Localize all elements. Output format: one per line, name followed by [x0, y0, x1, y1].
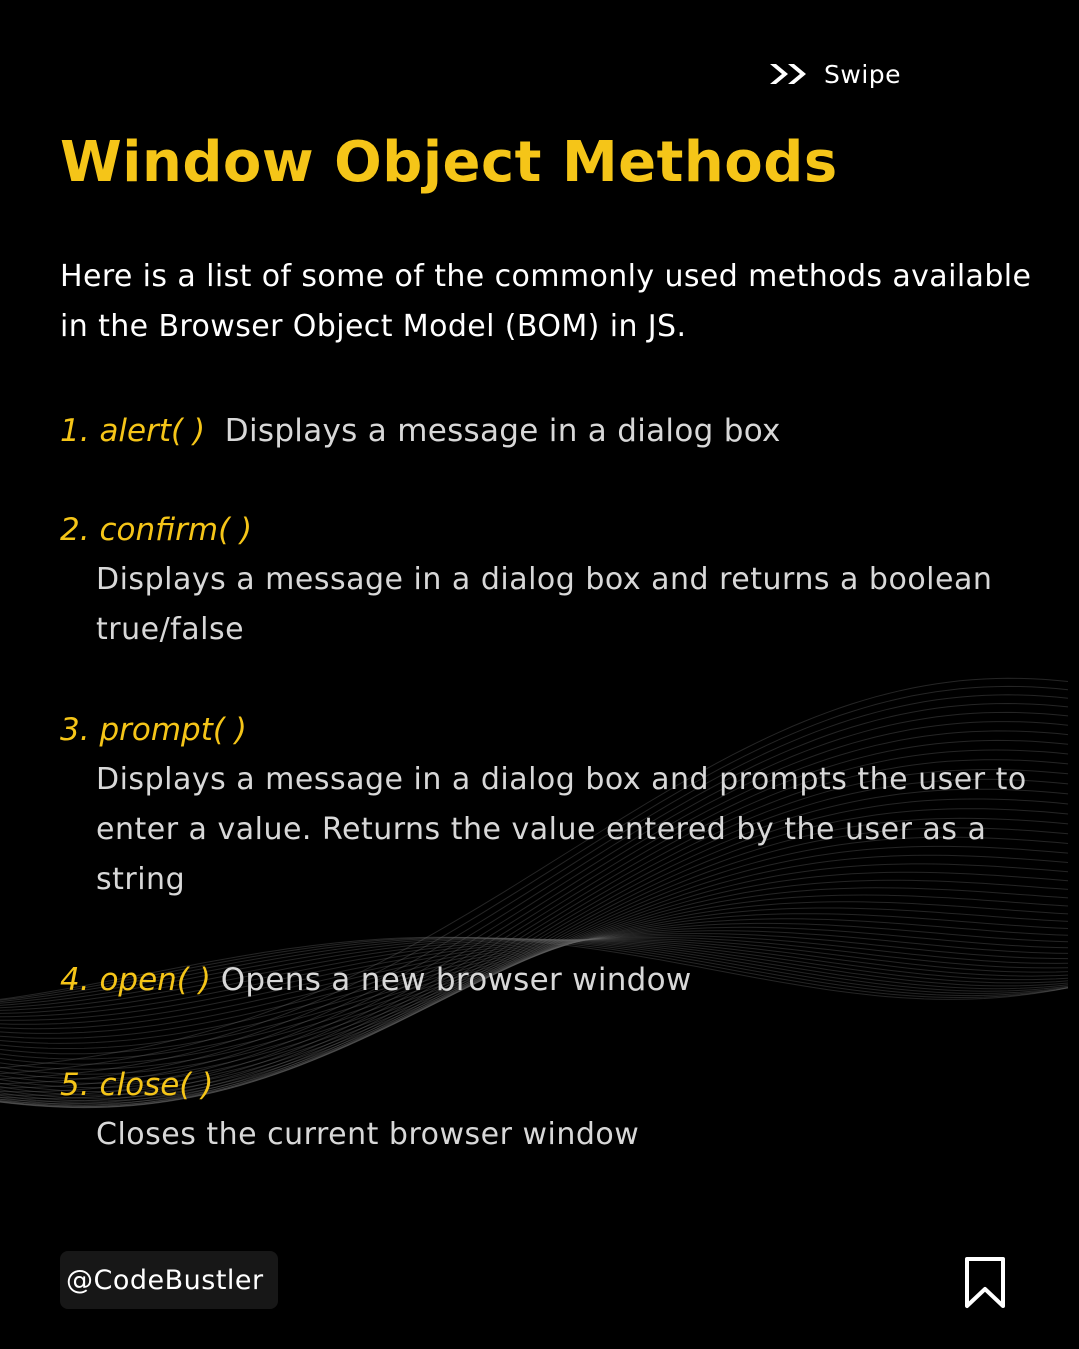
method-number: 4.: [60, 962, 90, 998]
method-item-prompt: 3. prompt( ) Displays a message in a dia…: [60, 705, 1040, 905]
double-chevron-right-icon: [770, 64, 806, 84]
method-name: confirm( ): [99, 512, 253, 548]
method-number: 2.: [60, 512, 90, 548]
method-number: 3.: [60, 712, 90, 748]
method-name: prompt( ): [99, 712, 247, 748]
author-handle[interactable]: @CodeBustler: [60, 1251, 278, 1309]
bookmark-icon[interactable]: [962, 1256, 1008, 1310]
method-description: Displays a message in a dialog box and p…: [96, 762, 1027, 897]
method-item-confirm: 2. confirm( ) Displays a message in a di…: [60, 505, 1040, 655]
method-description: Displays a message in a dialog box: [224, 413, 781, 449]
method-item-close: 5. close( ) Closes the current browser w…: [60, 1060, 1040, 1160]
method-number: 5.: [60, 1067, 90, 1103]
method-item-alert: 1. alert( ) Displays a message in a dial…: [60, 406, 1040, 456]
swipe-indicator[interactable]: Swipe: [768, 56, 901, 92]
method-description: Opens a new browser window: [220, 962, 692, 998]
method-number: 1.: [60, 413, 90, 449]
method-description: Closes the current browser window: [96, 1117, 640, 1152]
method-name: alert( ): [99, 413, 206, 449]
method-item-open: 4. open( ) Opens a new browser window: [60, 955, 1040, 1005]
method-description: Displays a message in a dialog box and r…: [96, 562, 993, 647]
page-title: Window Object Methods: [60, 130, 838, 195]
intro-text: Here is a list of some of the commonly u…: [60, 259, 1032, 344]
method-name: close( ): [99, 1067, 214, 1103]
swipe-label: Swipe: [824, 59, 902, 89]
method-name: open( ): [99, 962, 211, 998]
